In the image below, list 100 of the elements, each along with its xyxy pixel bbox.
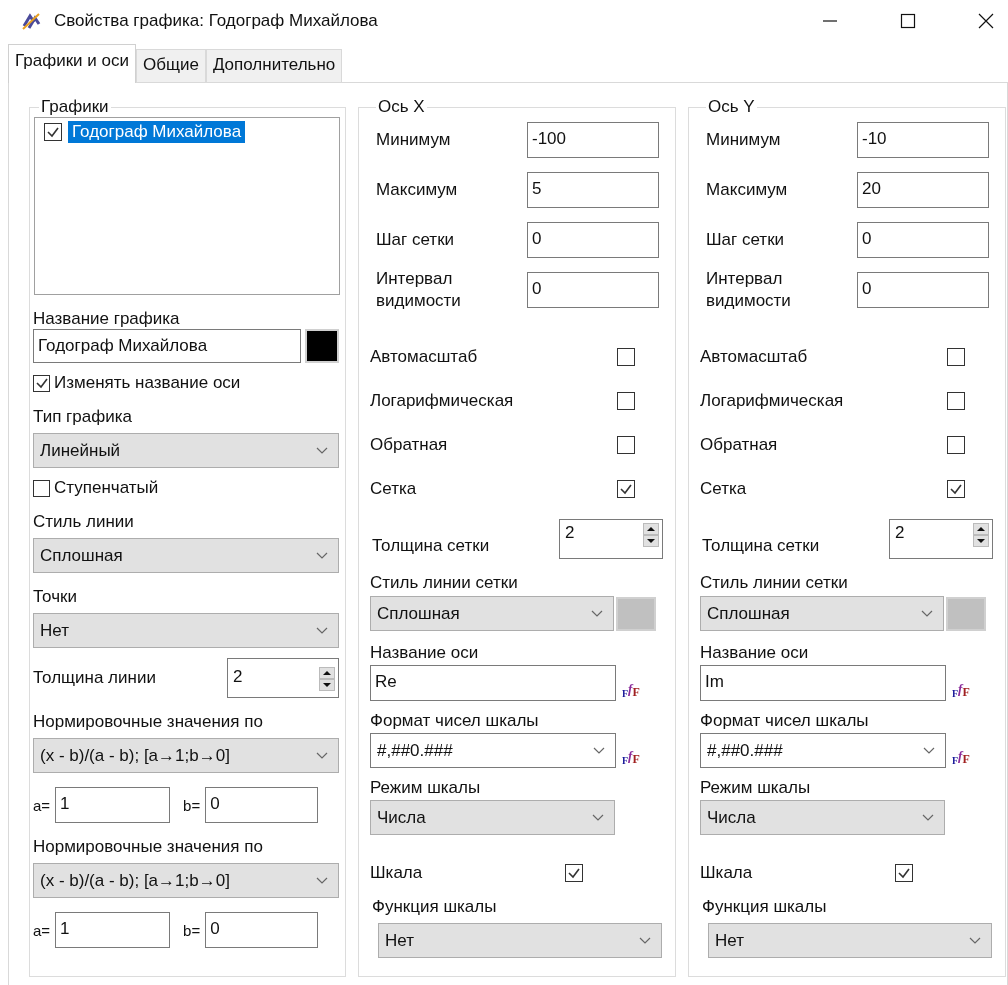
chevron-icon <box>316 876 328 885</box>
group-title: Ось X <box>377 97 426 117</box>
field-label: Интервал видимости <box>375 267 462 312</box>
input-field[interactable]: 1 <box>55 912 171 948</box>
input-field[interactable]: 20 <box>857 172 989 208</box>
chevron-icon <box>316 446 328 455</box>
input-field[interactable]: 0 <box>527 272 659 308</box>
color-swatch-button[interactable] <box>616 596 656 631</box>
app-logo-icon <box>20 10 42 32</box>
field-label: Формат чисел шкалы <box>370 711 540 731</box>
field-label: b= <box>183 796 201 814</box>
field-label: Сетка <box>370 479 417 499</box>
spin-down-icon[interactable] <box>643 535 659 547</box>
field-label: Максимум <box>705 178 789 201</box>
field-label: Ступенчатый <box>54 478 159 498</box>
field-label: Обратная <box>370 435 448 455</box>
dropdown[interactable]: Нет <box>378 923 662 958</box>
checkbox[interactable] <box>33 479 50 497</box>
checkbox[interactable] <box>895 864 913 882</box>
chevron-icon <box>923 746 935 755</box>
spin-up-icon[interactable] <box>973 523 989 535</box>
input-field[interactable]: -100 <box>527 122 659 158</box>
input-field[interactable]: 5 <box>527 172 659 208</box>
input-field[interactable]: Im <box>700 665 946 701</box>
dropdown[interactable]: #,##0.### <box>700 733 946 768</box>
dropdown[interactable]: Сплошная <box>370 596 614 631</box>
checkbox[interactable] <box>617 392 635 410</box>
tab[interactable]: Общие <box>136 49 206 82</box>
spinner-field[interactable]: 2 <box>227 658 339 698</box>
spin-down-icon[interactable] <box>973 535 989 547</box>
field-label: Минимум <box>705 128 782 151</box>
input-field[interactable]: 0 <box>527 222 659 258</box>
field-label: Логарифмическая <box>700 391 844 411</box>
spin-up-icon[interactable] <box>643 523 659 535</box>
chevron-icon <box>922 813 934 822</box>
input-field[interactable]: 0 <box>205 912 319 948</box>
input-field[interactable]: 0 <box>857 222 989 258</box>
maximize-icon[interactable] <box>900 13 916 29</box>
dropdown[interactable]: (x - b)/(a - b); [a→1;b→0] <box>33 863 339 898</box>
field-label: Минимум <box>375 128 452 151</box>
field-label: Функция шкалы <box>701 897 828 917</box>
field-label: Толщина линии <box>33 668 156 688</box>
chevron-icon <box>593 746 605 755</box>
dropdown[interactable]: Линейный <box>33 433 339 468</box>
spinner-field[interactable]: 2 <box>889 519 993 559</box>
chevron-icon <box>316 551 328 560</box>
field-label: Интервал видимости <box>705 267 792 312</box>
checkbox[interactable] <box>617 436 635 454</box>
checkbox[interactable] <box>947 480 965 498</box>
field-label: Логарифмическая <box>370 391 514 411</box>
field-label: Шкала <box>370 863 423 883</box>
field-label: Нормировочные значения по <box>33 712 264 732</box>
checkbox[interactable] <box>947 392 965 410</box>
field-label: Сетка <box>700 479 747 499</box>
field-label: Режим шкалы <box>370 778 482 798</box>
tab[interactable]: Графики и оси <box>8 44 136 83</box>
checkbox[interactable] <box>947 348 965 366</box>
input-field[interactable]: 1 <box>55 787 171 823</box>
input-field[interactable]: 0 <box>205 787 319 823</box>
dropdown[interactable]: Числа <box>700 800 945 835</box>
field-label: Толщина сетки <box>371 536 490 556</box>
chevron-icon <box>592 813 604 822</box>
dropdown[interactable]: Нет <box>33 613 339 648</box>
field-label: Название оси <box>370 643 480 663</box>
input-field[interactable]: Годограф Михайлова <box>33 329 301 363</box>
field-label: Режим шкалы <box>700 778 812 798</box>
color-swatch-button[interactable] <box>946 596 986 631</box>
dropdown[interactable]: Сплошная <box>33 538 339 573</box>
checkbox[interactable] <box>44 123 62 141</box>
checkbox[interactable] <box>33 374 50 392</box>
field-label: Функция шкалы <box>371 897 498 917</box>
field-label: Обратная <box>700 435 778 455</box>
dropdown[interactable]: Нет <box>708 923 992 958</box>
dropdown[interactable]: (x - b)/(a - b); [a→1;b→0] <box>33 738 339 773</box>
spin-down-icon[interactable] <box>319 679 335 691</box>
spinner-field[interactable]: 2 <box>559 519 663 559</box>
dropdown[interactable]: Сплошная <box>700 596 944 631</box>
field-label: Автомасштаб <box>370 347 478 367</box>
dropdown[interactable]: #,##0.### <box>370 733 616 768</box>
field-label: Точки <box>33 587 78 607</box>
field-label: Толщина сетки <box>701 536 820 556</box>
checkbox[interactable] <box>947 436 965 454</box>
field-label: Автомасштаб <box>700 347 808 367</box>
chevron-icon <box>316 751 328 760</box>
group-title: Графики <box>40 97 110 117</box>
checkbox[interactable] <box>565 864 583 882</box>
field-label: Максимум <box>375 178 459 201</box>
input-field[interactable]: Re <box>370 665 616 701</box>
input-field[interactable]: -10 <box>857 122 989 158</box>
close-icon[interactable] <box>978 13 994 29</box>
input-field[interactable]: 0 <box>857 272 989 308</box>
spin-up-icon[interactable] <box>319 667 335 679</box>
field-label: Шаг сетки <box>375 228 456 251</box>
list-item[interactable]: Годограф Михайлова <box>68 121 246 143</box>
checkbox[interactable] <box>617 348 635 366</box>
tab[interactable]: Дополнительно <box>205 49 343 82</box>
checkbox[interactable] <box>617 480 635 498</box>
dropdown[interactable]: Числа <box>370 800 615 835</box>
color-swatch-button[interactable] <box>305 329 339 363</box>
field-label: Тип графика <box>33 407 133 427</box>
